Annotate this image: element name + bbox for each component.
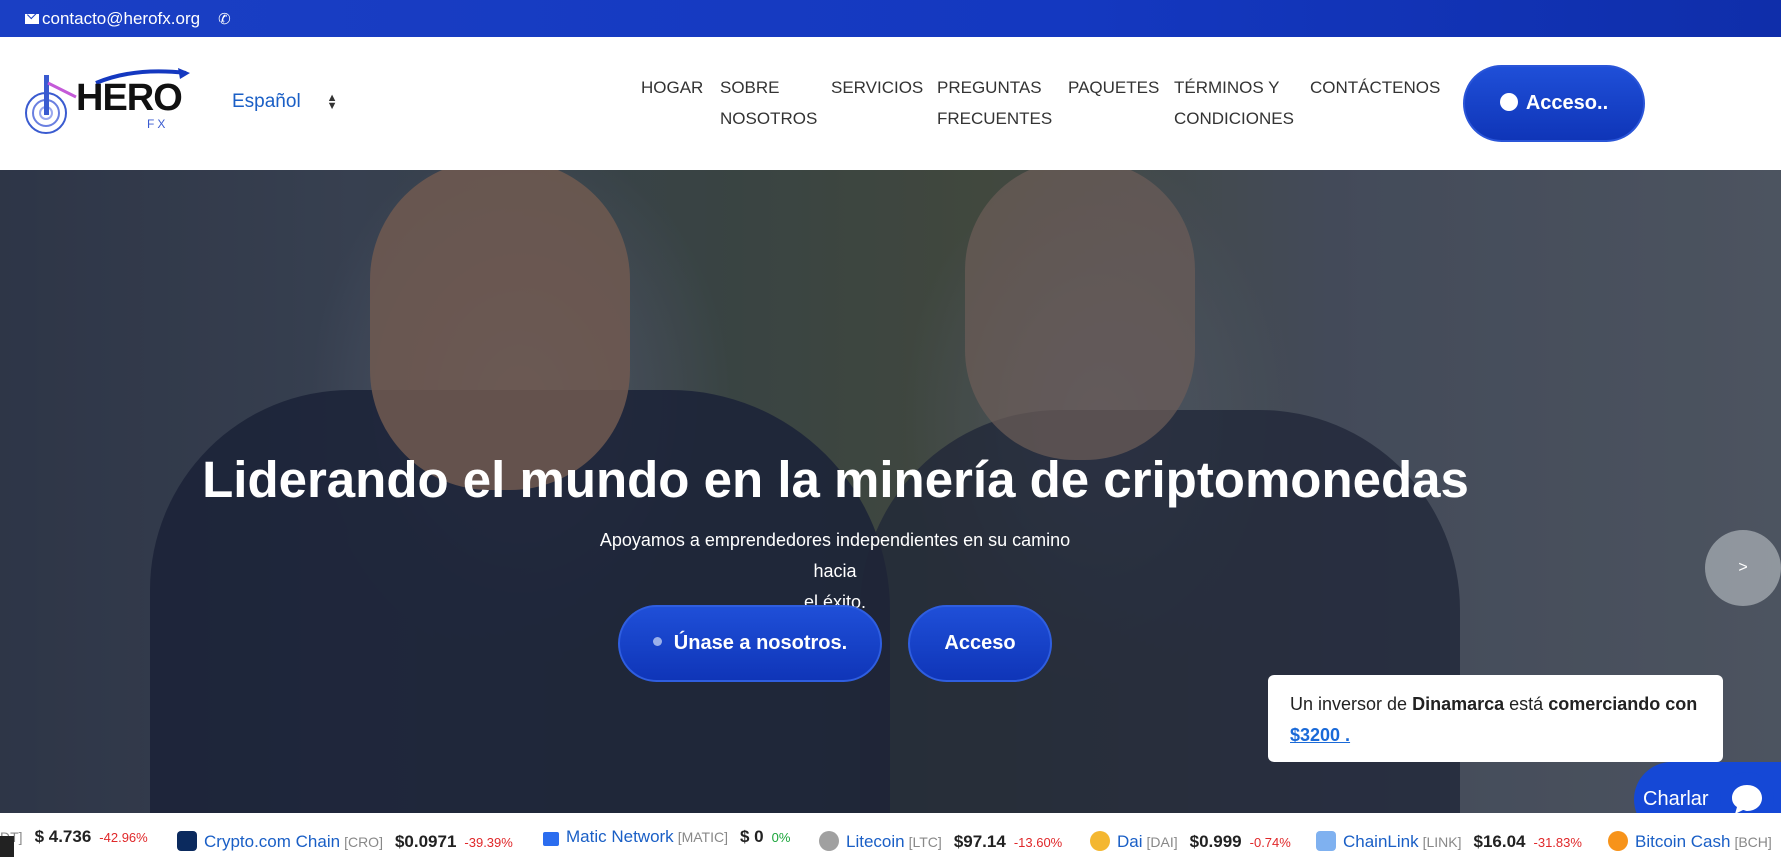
ticker-change: -42.96% <box>99 830 148 845</box>
ticker-item[interactable]: Litecoin [LTC] $97.14 -13.60% <box>819 827 1062 852</box>
access-button-label[interactable]: Acceso <box>944 632 1015 655</box>
bitcoin-cash-icon <box>1608 831 1628 851</box>
envelope-icon <box>25 13 39 24</box>
logo-subtext: FX <box>147 117 169 131</box>
ticker-item[interactable]: DT] $ 4.736 -42.96% <box>0 827 148 847</box>
nav-terminos[interactable]: TÉRMINOS Y CONDICIONES <box>1174 72 1294 134</box>
logo-text: HERO <box>76 77 183 119</box>
ticker-change: 0% <box>771 830 791 845</box>
investor-notification: Un inversor de Dinamarca está comerciand… <box>1268 675 1723 762</box>
dai-coin-icon <box>1090 831 1110 851</box>
site-header: HERO FX Español ▲ ▼ HOGAR SOBRE NOSOTROS S… <box>0 37 1781 170</box>
hero-title: Liderando el mundo en la minería de crip… <box>202 451 1469 508</box>
notice-middle: está <box>1509 694 1544 714</box>
ticker-name[interactable]: Matic Network <box>566 827 674 847</box>
site-logo[interactable]: HERO FX <box>24 63 190 159</box>
nav-preguntas-frecuentes[interactable]: PREGUNTAS FRECUENTES <box>937 72 1052 134</box>
corner-badge <box>0 836 14 857</box>
join-button[interactable]: Únase a nosotros. <box>618 605 882 682</box>
chat-label[interactable]: Charlar <box>1643 788 1709 811</box>
contact-email[interactable]: contacto@herofx.org <box>25 9 200 29</box>
ticker-symbol: [DAI] <box>1146 834 1178 850</box>
litecoin-icon <box>819 831 839 851</box>
ticker-name[interactable]: Dai <box>1117 832 1143 852</box>
login-button[interactable]: Acceso.. <box>1463 65 1645 142</box>
ticker-name[interactable]: Crypto.com Chain <box>204 832 340 852</box>
ticker-symbol: [BCH] <box>1734 834 1772 850</box>
nav-servicios[interactable]: SERVICIOS <box>831 72 923 103</box>
ticker-symbol: [MATIC] <box>677 829 728 845</box>
ticker-name[interactable]: ChainLink <box>1343 832 1419 852</box>
language-value[interactable]: Español <box>232 91 301 113</box>
nav-contactenos[interactable]: CONTÁCTENOS <box>1310 72 1440 103</box>
notice-amount-link[interactable]: $3200 . <box>1290 725 1350 745</box>
ticker-price: $0.0971 <box>394 832 457 851</box>
ticker-change: -39.39% <box>464 835 513 850</box>
nav-hogar[interactable]: HOGAR <box>641 72 703 103</box>
login-button-label[interactable]: Acceso.. <box>1526 92 1608 115</box>
access-button[interactable]: Acceso <box>908 605 1052 682</box>
ticker-item[interactable]: Matic Network [MATIC] $ 0 0% <box>543 827 790 847</box>
ticker-item[interactable]: Dai [DAI] $0.999 -0.74% <box>1090 827 1291 852</box>
ticker-name[interactable]: Litecoin <box>846 832 905 852</box>
ticker-price: $ 4.736 <box>34 827 92 846</box>
notice-action: comerciando con <box>1548 694 1698 714</box>
ticker-price: $0.999 <box>1189 832 1242 851</box>
ticker-name[interactable]: Bitcoin Cash <box>1635 832 1730 852</box>
ticker-price: $97.14 <box>953 832 1006 851</box>
top-contact-bar: contacto@herofx.org ✆ <box>0 0 1781 37</box>
ticker-symbol: [CRO] <box>344 834 383 850</box>
language-select[interactable]: Español ▲ ▼ <box>232 91 338 113</box>
notice-prefix: Un inversor de <box>1290 694 1408 714</box>
crypto-price-ticker: DT] $ 4.736 -42.96% Crypto.com Chain [CR… <box>0 813 1781 857</box>
notice-country: Dinamarca <box>1412 694 1505 714</box>
ticker-price: $ 0 <box>739 827 764 846</box>
nav-paquetes[interactable]: PAQUETES <box>1068 72 1159 103</box>
matic-coin-icon <box>543 832 559 846</box>
select-arrows-icon: ▲ ▼ <box>326 92 338 112</box>
button-dot-icon <box>1499 92 1518 111</box>
join-button-label[interactable]: Únase a nosotros. <box>674 632 847 655</box>
chevron-right-icon: > <box>1738 559 1748 576</box>
ticker-change: -13.60% <box>1013 835 1063 850</box>
phone-icon[interactable]: ✆ <box>218 10 231 28</box>
ticker-symbol: [LINK] <box>1422 834 1462 850</box>
ticker-price: $16.04 <box>1473 832 1526 851</box>
slider-next-button[interactable]: > <box>1705 530 1781 606</box>
ticker-item[interactable]: ChainLink [LINK] $16.04 -31.83% <box>1316 827 1582 852</box>
button-dot-icon <box>652 637 662 646</box>
hero-subtitle-line1: Apoyamos a emprendedores independientes … <box>599 530 1071 581</box>
ticker-change: -31.83% <box>1533 835 1582 850</box>
logo-icon <box>25 75 77 134</box>
ticker-item[interactable]: Bitcoin Cash [BCH] <box>1608 827 1772 852</box>
ticker-symbol: [LTC] <box>908 834 942 850</box>
contact-email-text[interactable]: contacto@herofx.org <box>42 9 200 29</box>
cro-coin-icon <box>177 831 197 851</box>
chainlink-icon <box>1316 831 1336 851</box>
ticker-item[interactable]: Crypto.com Chain [CRO] $0.0971 -39.39% <box>177 827 513 852</box>
nav-sobre-nosotros[interactable]: SOBRE NOSOTROS <box>720 72 817 134</box>
ticker-change: -0.74% <box>1249 835 1291 850</box>
